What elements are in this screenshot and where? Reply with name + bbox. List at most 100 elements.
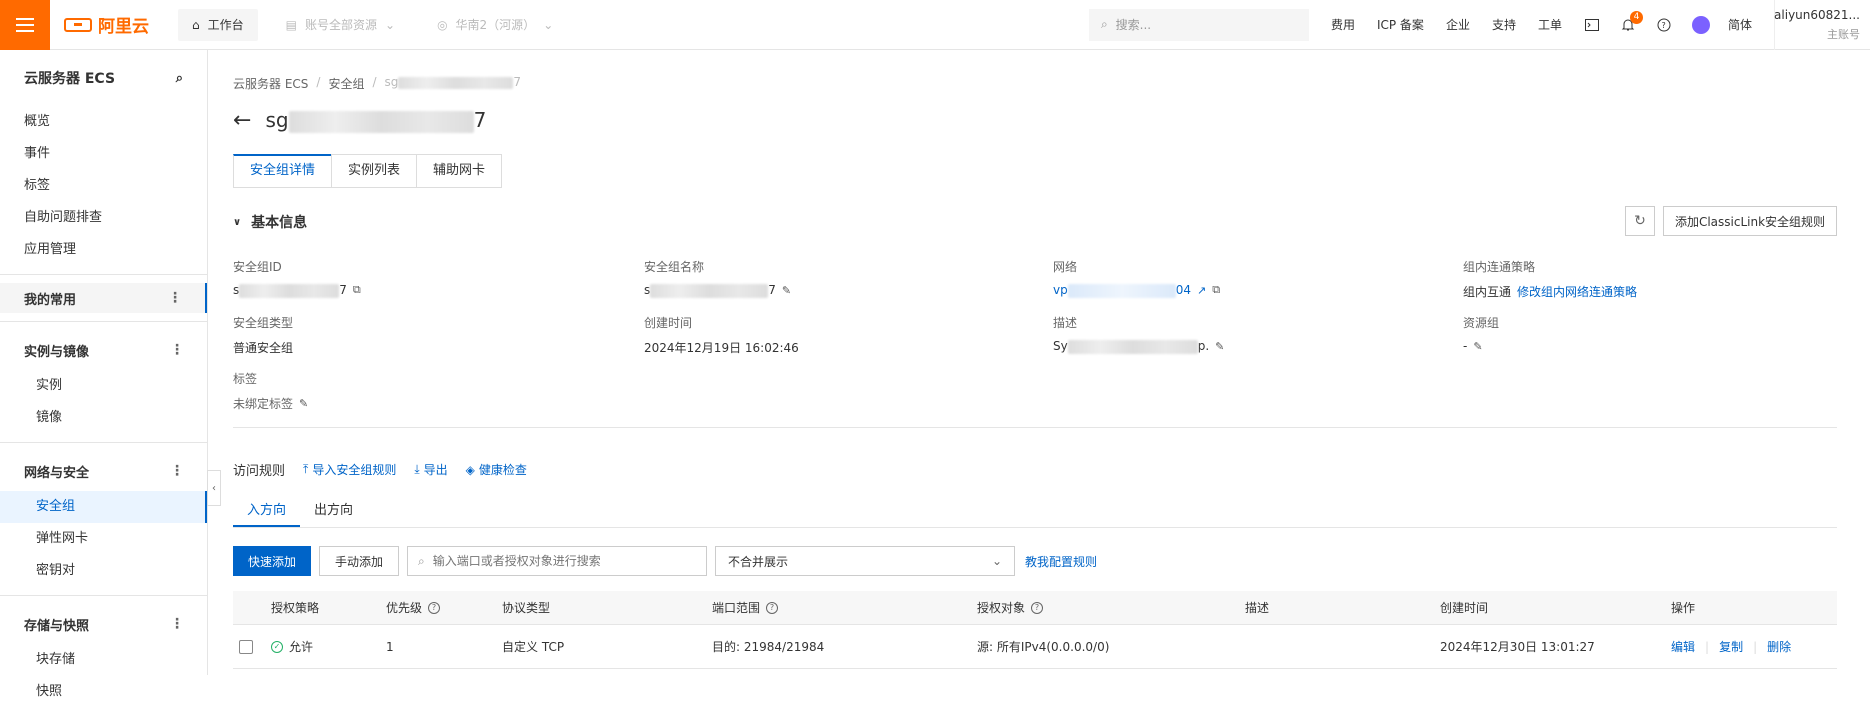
sidebar-item-events[interactable]: 事件 (0, 138, 207, 170)
terminal-icon[interactable] (1584, 17, 1600, 33)
external-link-icon[interactable]: ↗ (1197, 284, 1206, 297)
vpc-link[interactable]: vp 04 (1053, 283, 1191, 298)
sidebar-item-keypair[interactable]: 密钥对 (0, 555, 207, 587)
copy-rule-link[interactable]: 复制 (1719, 638, 1743, 655)
sidebar-item-block-storage[interactable]: 块存储 (0, 644, 207, 676)
help-icon[interactable]: ? (1031, 601, 1044, 614)
nav-link-enterprise[interactable]: 企业 (1446, 16, 1470, 33)
field-sg-type: 安全组类型 普通安全组 (233, 314, 633, 356)
home-icon: ⌂ (192, 17, 200, 32)
edit-icon[interactable]: ✎ (782, 284, 791, 297)
account-name: aliyun60821... (1774, 7, 1860, 22)
workbench-button[interactable]: ⌂ 工作台 (178, 8, 258, 41)
modify-intra-policy-link[interactable]: 修改组内网络连通策略 (1517, 283, 1637, 300)
region-dropdown[interactable]: ◎ 华南2（河源） ⌄ (423, 8, 568, 41)
col-actions-label: 操作 (1671, 601, 1696, 615)
back-arrow-icon[interactable]: ← (233, 108, 251, 133)
tab-sg-details[interactable]: 安全组详情 (233, 154, 333, 188)
sidebar-item-security-group[interactable]: 安全组 (0, 491, 207, 523)
edit-rule-link[interactable]: 编辑 (1671, 638, 1695, 655)
more-icon[interactable]: ⋮ (168, 290, 182, 306)
search-icon[interactable]: ⌕ (176, 71, 183, 86)
assistant-avatar-icon[interactable] (1691, 15, 1710, 34)
sidebar-item-instance[interactable]: 实例 (0, 370, 207, 402)
refresh-button[interactable]: ↻ (1625, 206, 1655, 236)
help-icon[interactable]: ? (1656, 17, 1672, 33)
sidebar-item-image[interactable]: 镜像 (0, 402, 207, 434)
export-link[interactable]: ⤓ 导出 (414, 461, 447, 478)
nav-link-ticket[interactable]: 工单 (1538, 16, 1562, 33)
sidebar-item-snapshot[interactable]: 快照 (0, 676, 207, 708)
row-checkbox[interactable] (239, 639, 253, 654)
copy-icon[interactable]: ⧉ (353, 283, 361, 297)
edit-icon[interactable]: ✎ (299, 397, 308, 410)
sidebar-item-overview[interactable]: 概览 (0, 106, 207, 138)
health-check-link[interactable]: ◈ 健康检查 (466, 461, 527, 478)
quick-add-button[interactable]: 快速添加 (233, 546, 312, 576)
col-description-label: 描述 (1245, 601, 1270, 615)
cell-created: 2024年12月30日 13:01:27 (1440, 640, 1595, 654)
sidebar-item-troubleshoot[interactable]: 自助问题排查 (0, 202, 207, 234)
col-policy: 授权策略 (271, 599, 319, 616)
field-value: 2024年12月19日 16:02:46 (644, 341, 799, 355)
redacted-block (1067, 339, 1198, 354)
hamburger-menu-icon[interactable] (0, 0, 50, 50)
field-value: s7 ✎ (644, 283, 1044, 298)
cell-policy: ✓ 允许 (271, 638, 313, 655)
tags-value: 未绑定标签 (233, 397, 294, 411)
language-switch[interactable]: 简体 (1728, 16, 1752, 33)
sidebar-item-tags[interactable]: 标签 (0, 170, 207, 202)
edit-icon[interactable]: ✎ (1473, 340, 1482, 353)
help-icon[interactable]: ? (766, 601, 779, 614)
check-circle-icon: ✓ (271, 640, 283, 653)
more-icon[interactable]: ⋮ (170, 616, 184, 632)
tab-secondary-eni[interactable]: 辅助网卡 (416, 154, 503, 188)
delete-rule-link[interactable]: 删除 (1767, 638, 1791, 655)
merge-display-select[interactable]: 不合并展示 ⌄ (715, 546, 1016, 576)
field-value: 组内互通 修改组内网络连通策略 (1463, 283, 1863, 300)
tab-instance-list[interactable]: 实例列表 (331, 154, 418, 188)
breadcrumb-security-group[interactable]: 安全组 (328, 75, 364, 92)
sidebar-group-mine[interactable]: 我的常用 ⋮ (0, 283, 207, 313)
breadcrumb-ecs[interactable]: 云服务器 ECS (233, 75, 308, 92)
aliyun-logo[interactable]: 阿里云 (64, 12, 164, 37)
basic-info-header[interactable]: ∨ 基本信息 (233, 212, 307, 232)
workbench-label: 工作台 (207, 18, 244, 32)
global-search[interactable]: ⌕ 搜索... (1088, 8, 1309, 41)
sidebar-item-eni[interactable]: 弹性网卡 (0, 523, 207, 555)
table-header: 授权策略 优先级? 协议类型 端口范围? 授权对象? 描述 创建时间 操作 (233, 591, 1837, 625)
rule-search-input[interactable] (432, 554, 693, 568)
bell-icon[interactable]: 4 (1620, 10, 1643, 33)
svg-text:?: ? (1661, 21, 1665, 30)
tab-inbound[interactable]: 入方向 (233, 496, 301, 527)
breadcrumb-separator: / (372, 75, 377, 89)
more-icon[interactable]: ⋮ (170, 342, 184, 358)
field-value-suffix: 7 (768, 283, 776, 297)
sidebar-group-storage[interactable]: 存储与快照 ⋮ (0, 604, 207, 644)
col-priority-label: 优先级 (386, 601, 423, 615)
sidebar: 云服务器 ECS ⌕ 概览 事件 标签 自助问题排查 应用管理 我的常用 ⋮ 实… (0, 50, 208, 699)
sidebar-group-instances[interactable]: 实例与镜像 ⋮ (0, 330, 207, 370)
sidebar-group-network[interactable]: 网络与安全 ⋮ (0, 451, 207, 491)
nav-link-support[interactable]: 支持 (1492, 16, 1516, 33)
divider (0, 595, 207, 596)
nav-link-billing[interactable]: 费用 (1331, 16, 1355, 33)
sidebar-collapse-icon[interactable]: ‹ (207, 470, 221, 506)
nav-link-icp[interactable]: ICP 备案 (1377, 16, 1424, 33)
tab-outbound[interactable]: 出方向 (300, 496, 367, 527)
help-icon[interactable]: ? (428, 601, 441, 614)
location-icon: ◎ (437, 17, 448, 32)
sidebar-item-apps[interactable]: 应用管理 (0, 234, 207, 266)
more-icon[interactable]: ⋮ (170, 463, 184, 479)
copy-icon[interactable]: ⧉ (1212, 283, 1220, 297)
policy-value: 允许 (289, 640, 314, 654)
add-classiclink-rule-button[interactable]: 添加ClassicLink安全组规则 (1663, 206, 1837, 236)
account-menu[interactable]: aliyun60821... 主账号 (1774, 0, 1870, 50)
account-resources-dropdown[interactable]: ▤ 账号全部资源 ⌄ (271, 8, 410, 41)
field-value-prefix: Sy (1053, 339, 1068, 353)
edit-icon[interactable]: ✎ (1215, 340, 1224, 353)
manual-add-button[interactable]: 手动添加 (319, 546, 400, 576)
import-rules-link[interactable]: ⤒ 导入安全组规则 (303, 461, 396, 478)
breadcrumb: 云服务器 ECS / 安全组 / sg 7 (233, 75, 521, 92)
teach-config-link[interactable]: 教我配置规则 (1025, 553, 1097, 570)
